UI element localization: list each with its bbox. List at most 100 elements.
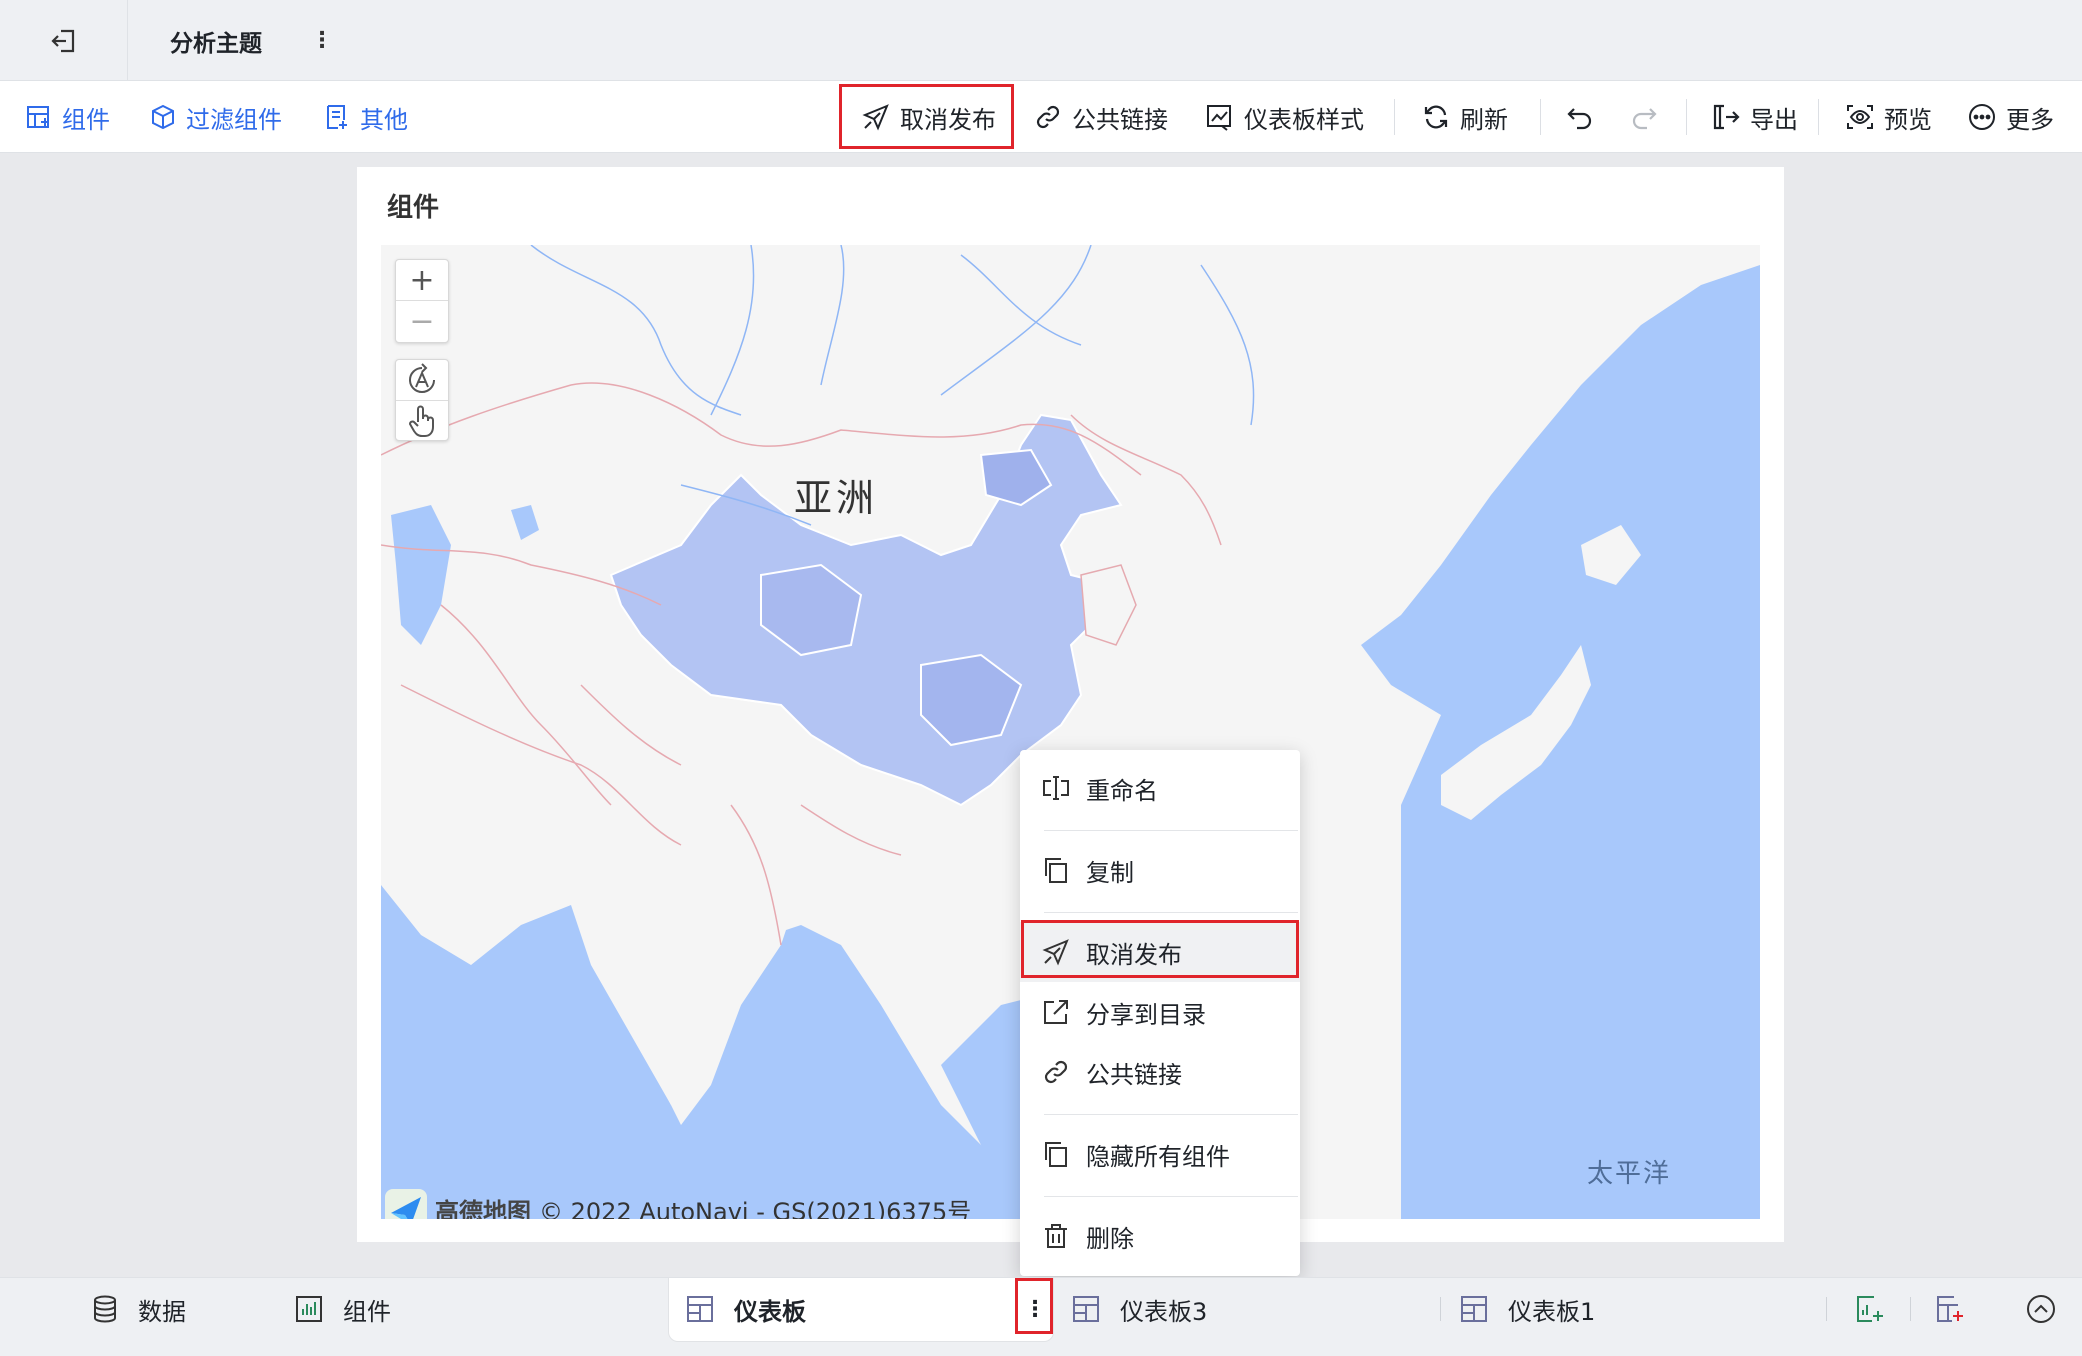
menu-item-label: 公共链接	[1086, 1060, 1182, 1089]
refresh-icon	[1424, 105, 1448, 129]
exit-icon	[50, 29, 74, 52]
dashboard3-tab[interactable]: 仪表板3	[1072, 1278, 1207, 1340]
collapse-button[interactable]	[2026, 1278, 2056, 1340]
dashboard1-tab-label: 仪表板1	[1508, 1297, 1596, 1326]
share-icon	[1044, 1000, 1068, 1024]
menu-item-share[interactable]: 分享到目录	[1020, 982, 1300, 1042]
components-tab[interactable]: 组件	[295, 1278, 391, 1340]
map-copyright: © 2022 AutoNavi - GS(2021)6375号	[539, 1197, 972, 1220]
menu-item-label: 分享到目录	[1086, 1000, 1206, 1029]
hide-icon	[1045, 1142, 1067, 1167]
menu-divider	[1044, 830, 1298, 831]
add-component-icon	[27, 106, 49, 128]
toolbar-divider	[1686, 99, 1687, 135]
toolbar-divider	[1394, 99, 1395, 135]
dashboard-icon	[687, 1296, 713, 1322]
menu-item-label: 复制	[1086, 858, 1134, 887]
zoom-out-button[interactable]: −	[396, 301, 448, 342]
menu-item-copy[interactable]: 复制	[1020, 840, 1300, 900]
map-provider-label: 高德地图	[435, 1197, 531, 1220]
top-bar: 分析主题 ⋮	[0, 0, 2082, 81]
menu-item-hide-all[interactable]: 隐藏所有组件	[1020, 1124, 1300, 1184]
toolbar-divider	[1818, 99, 1819, 135]
dashboard1-tab[interactable]: 仪表板1	[1460, 1278, 1595, 1340]
data-tab-label: 数据	[138, 1297, 186, 1326]
refresh-button[interactable]: 刷新	[1422, 81, 1508, 153]
dashboard3-tab-label: 仪表板3	[1120, 1297, 1208, 1326]
menu-divider	[1044, 912, 1298, 913]
preview-button[interactable]: 预览	[1846, 81, 1932, 153]
bottom-bar: 数据 组件 仪表板 ⋮ 仪表板3 仪表板1	[0, 1277, 2082, 1356]
undo-icon	[1567, 108, 1592, 130]
dashboard-style-icon	[1207, 105, 1231, 131]
hand-icon	[408, 405, 434, 437]
undo-button[interactable]	[1566, 81, 1594, 153]
add-dashboard-icon	[1937, 1296, 1963, 1322]
other-button[interactable]: 其他	[324, 81, 408, 153]
menu-divider	[1044, 1196, 1298, 1197]
page-title: 分析主题	[170, 31, 262, 57]
more-button[interactable]: 更多	[1968, 81, 2054, 153]
add-chart-icon	[1857, 1296, 1883, 1322]
preview-icon	[1847, 105, 1873, 129]
rotate-button[interactable]	[396, 360, 448, 401]
preview-label: 预览	[1884, 105, 1932, 134]
tab-divider	[1826, 1297, 1827, 1321]
exit-button[interactable]	[0, 0, 128, 81]
title-more-icon[interactable]: ⋮	[311, 22, 333, 58]
filter-component-label: 过滤组件	[186, 105, 282, 134]
public-link-label: 公共链接	[1072, 105, 1168, 134]
highlight-tab-more	[1015, 1278, 1053, 1334]
menu-divider	[1044, 1114, 1298, 1115]
dashboard-style-label: 仪表板样式	[1244, 105, 1364, 134]
menu-item-rename[interactable]: 重命名	[1020, 758, 1300, 818]
menu-item-public-link[interactable]: 公共链接	[1020, 1042, 1300, 1102]
rename-icon	[1043, 776, 1069, 800]
amap-logo-icon	[385, 1189, 427, 1219]
map-label-pacific: 太平洋	[1587, 1159, 1672, 1189]
link-icon	[1036, 105, 1060, 129]
more-icon	[1969, 104, 1995, 130]
export-icon	[1713, 104, 1740, 130]
map-tools	[395, 359, 449, 441]
chevron-up-circle-icon	[2027, 1295, 2055, 1323]
dashboard-icon	[1461, 1296, 1487, 1322]
refresh-label: 刷新	[1460, 105, 1508, 134]
redo-button[interactable]	[1630, 81, 1658, 153]
widget-title: 组件	[387, 193, 440, 223]
add-analysis-button[interactable]	[1856, 1278, 1884, 1340]
highlight-unpublish-toolbar	[839, 84, 1014, 149]
filter-component-button[interactable]: 过滤组件	[150, 81, 282, 153]
zoom-control: + −	[395, 259, 449, 343]
zoom-in-button[interactable]: +	[396, 260, 448, 301]
rotate-icon	[409, 363, 435, 393]
tab-divider	[1440, 1297, 1441, 1321]
link-icon	[1044, 1060, 1068, 1084]
export-label: 导出	[1750, 105, 1798, 134]
filter-cube-icon	[152, 104, 174, 130]
data-tab[interactable]: 数据	[92, 1278, 186, 1340]
dashboard-style-button[interactable]: 仪表板样式	[1206, 81, 1364, 153]
add-component-label: 组件	[62, 105, 110, 134]
database-icon	[94, 1295, 116, 1323]
menu-item-label: 重命名	[1086, 776, 1158, 805]
other-label: 其他	[360, 105, 408, 134]
other-icon	[327, 105, 347, 129]
dashboard-icon	[1073, 1296, 1099, 1322]
tab-divider	[1910, 1297, 1911, 1321]
menu-item-label: 删除	[1086, 1224, 1134, 1253]
map-label-asia: 亚洲	[794, 476, 879, 520]
add-dashboard-button[interactable]	[1936, 1278, 1964, 1340]
tab-context-menu: 重命名 复制 取消发布 分享到目录 公共链接 隐藏所有组件 删除	[1020, 750, 1300, 1276]
menu-item-delete[interactable]: 删除	[1020, 1206, 1300, 1266]
map-attribution: 高德地图 © 2022 AutoNavi - GS(2021)6375号	[385, 1189, 971, 1219]
add-component-button[interactable]: 组件	[26, 81, 110, 153]
pan-button[interactable]	[396, 401, 448, 441]
copy-icon	[1045, 858, 1067, 883]
dashboard-tab[interactable]: 仪表板	[686, 1278, 806, 1340]
public-link-button[interactable]: 公共链接	[1034, 81, 1168, 153]
menu-item-label: 隐藏所有组件	[1086, 1142, 1230, 1171]
export-button[interactable]: 导出	[1712, 81, 1798, 153]
more-label: 更多	[2006, 105, 2054, 134]
dashboard-tab-label: 仪表板	[734, 1297, 806, 1326]
